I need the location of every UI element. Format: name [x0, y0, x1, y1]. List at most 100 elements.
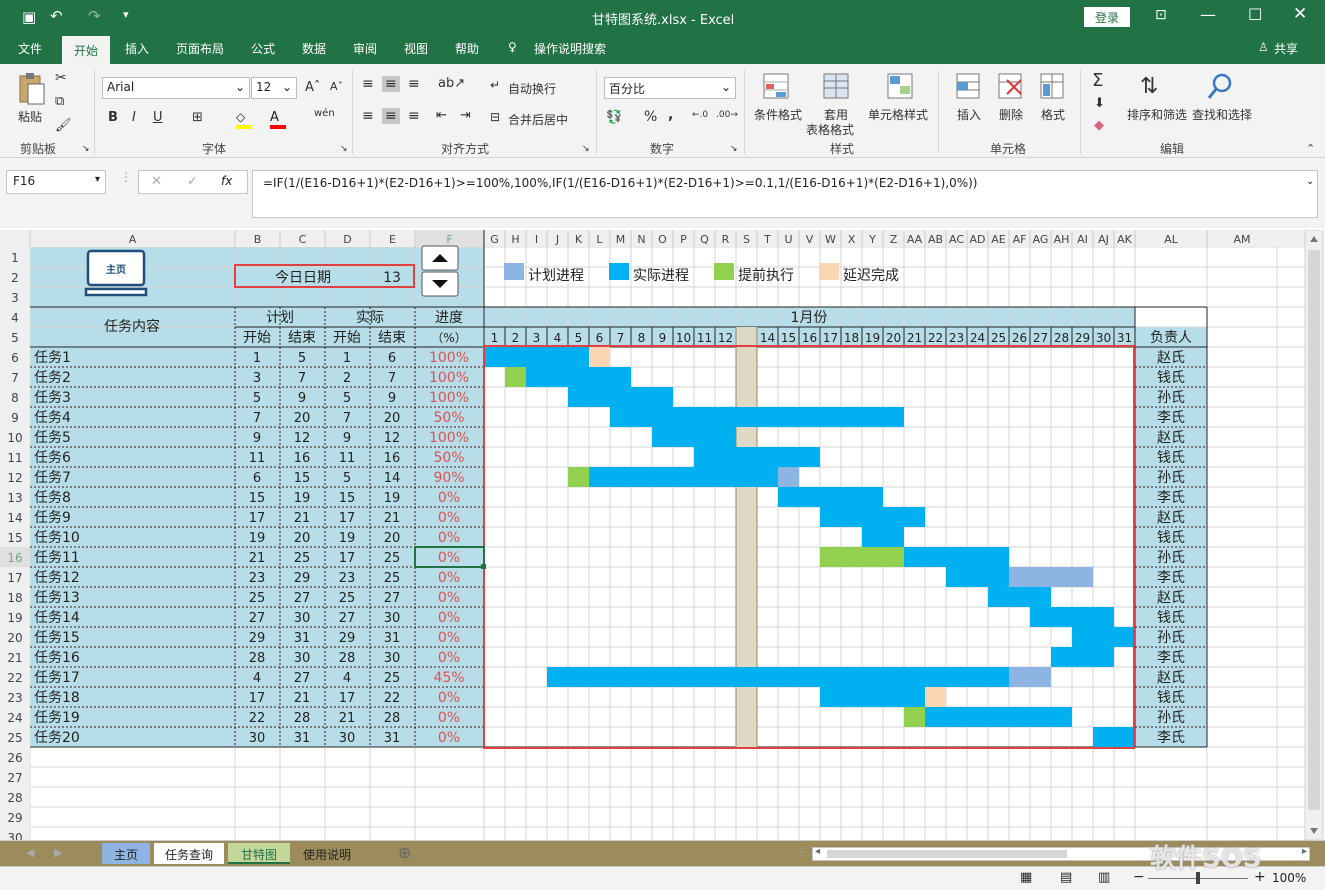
- row-header[interactable]: 22: [7, 671, 22, 685]
- column-header[interactable]: H: [511, 233, 519, 246]
- format-cells-icon[interactable]: [1039, 72, 1067, 102]
- worksheet-canvas[interactable]: ABCDEFGHIJKLMNOPQRSTUVWXYZAAABACADAEAFAG…: [0, 230, 1325, 840]
- column-header[interactable]: AF: [1013, 233, 1027, 246]
- delete-cells-button[interactable]: 删除: [999, 106, 1023, 123]
- enter-icon[interactable]: ✓: [187, 174, 198, 189]
- find-select-button[interactable]: 查找和选择: [1192, 106, 1252, 123]
- row-header[interactable]: 9: [11, 411, 19, 425]
- orientation-icon[interactable]: ab↗: [438, 76, 465, 91]
- percent-button[interactable]: %: [644, 109, 657, 125]
- number-format-combo[interactable]: 百分比 ⌄: [604, 77, 736, 99]
- insert-function-button[interactable]: fx: [221, 174, 232, 188]
- column-header[interactable]: V: [806, 233, 814, 246]
- expand-formula-icon[interactable]: ⌄: [1306, 176, 1314, 187]
- row-header[interactable]: 24: [7, 711, 22, 725]
- row-header[interactable]: 17: [7, 571, 22, 585]
- tab-formulas[interactable]: 公式: [251, 40, 275, 57]
- paste-icon[interactable]: [16, 72, 46, 106]
- zoom-out-icon[interactable]: −: [1133, 869, 1145, 885]
- share-button[interactable]: 共享: [1274, 40, 1298, 57]
- row-header[interactable]: 23: [7, 691, 22, 705]
- tab-page-layout[interactable]: 页面布局: [176, 40, 224, 57]
- row-header[interactable]: 14: [7, 511, 22, 525]
- tab-data[interactable]: 数据: [302, 40, 326, 57]
- scroll-left-icon[interactable]: ◀: [26, 846, 34, 859]
- sheet-tab-home[interactable]: 主页: [102, 843, 150, 864]
- sort-filter-icon[interactable]: ⇅: [1140, 74, 1158, 99]
- borders-icon[interactable]: ⊞: [192, 110, 203, 125]
- row-header[interactable]: 5: [11, 331, 19, 345]
- delete-cells-icon[interactable]: [997, 72, 1025, 102]
- column-header[interactable]: AD: [970, 233, 986, 246]
- tab-file[interactable]: 文件: [18, 40, 42, 57]
- font-name-combo[interactable]: Arial ⌄: [102, 77, 250, 99]
- merge-center-button[interactable]: 合并后居中: [508, 111, 568, 128]
- column-header[interactable]: AK: [1117, 233, 1133, 246]
- column-header[interactable]: AE: [991, 233, 1006, 246]
- align-bottom-icon[interactable]: ≡: [408, 76, 420, 92]
- fill-icon[interactable]: ⬇: [1094, 96, 1105, 111]
- table-format-label-2[interactable]: 表格格式: [806, 121, 854, 138]
- column-header[interactable]: L: [596, 233, 603, 246]
- find-icon[interactable]: [1206, 72, 1236, 102]
- align-right-icon[interactable]: ≡: [408, 108, 420, 124]
- column-header[interactable]: S: [743, 233, 750, 246]
- undo-icon[interactable]: ↶: [50, 7, 63, 25]
- name-box[interactable]: F16 ▾: [6, 170, 106, 194]
- column-header[interactable]: Z: [890, 233, 898, 246]
- font-size-combo[interactable]: 12 ⌄: [251, 77, 297, 99]
- row-header[interactable]: 1: [11, 251, 19, 265]
- column-header[interactable]: G: [490, 233, 499, 246]
- sheet-tab-query[interactable]: 任务查询: [154, 843, 224, 864]
- underline-button[interactable]: U: [153, 110, 163, 125]
- normal-view-icon[interactable]: ▦: [1020, 870, 1032, 885]
- home-base-icon[interactable]: [84, 287, 148, 297]
- fill-color-icon[interactable]: ◇: [236, 110, 252, 130]
- phonetic-icon[interactable]: wén: [314, 108, 335, 119]
- redo-icon[interactable]: ↷: [88, 7, 101, 25]
- row-header[interactable]: 26: [7, 751, 22, 765]
- save-icon[interactable]: ▣: [22, 8, 36, 26]
- column-header[interactable]: P: [680, 233, 687, 246]
- decrease-font-icon[interactable]: Aˇ: [330, 80, 343, 93]
- paste-button[interactable]: 粘贴: [18, 108, 42, 125]
- cut-icon[interactable]: ✂: [55, 70, 67, 86]
- row-header[interactable]: 15: [7, 531, 22, 545]
- increase-indent-icon[interactable]: ⇥: [460, 108, 471, 123]
- row-header[interactable]: 6: [11, 351, 19, 365]
- column-header[interactable]: AI: [1077, 233, 1088, 246]
- column-header[interactable]: U: [784, 233, 792, 246]
- column-header[interactable]: J: [555, 233, 559, 246]
- tell-me-search[interactable]: 操作说明搜索: [534, 40, 606, 57]
- login-button[interactable]: 登录: [1084, 7, 1130, 27]
- sheet-tab-help[interactable]: 使用说明: [292, 843, 362, 864]
- column-header[interactable]: AJ: [1098, 233, 1109, 246]
- dialog-launcher-icon[interactable]: ↘: [82, 144, 90, 154]
- tab-insert[interactable]: 插入: [125, 40, 149, 57]
- row-header[interactable]: 8: [11, 391, 19, 405]
- copy-icon[interactable]: ⧉: [55, 94, 64, 109]
- column-header[interactable]: M: [616, 233, 626, 246]
- column-header[interactable]: D: [343, 233, 351, 246]
- column-header[interactable]: C: [299, 233, 307, 246]
- dialog-launcher-icon[interactable]: ↘: [582, 144, 590, 154]
- cell-style-icon[interactable]: [886, 72, 916, 102]
- ribbon-display-icon[interactable]: ⊡: [1155, 7, 1167, 23]
- row-header[interactable]: 29: [7, 811, 22, 825]
- row-header[interactable]: 28: [7, 791, 22, 805]
- row-header[interactable]: 3: [11, 291, 19, 305]
- column-header[interactable]: W: [825, 233, 836, 246]
- row-header[interactable]: 21: [7, 651, 22, 665]
- align-left-icon[interactable]: ≡: [362, 108, 374, 124]
- currency-icon[interactable]: 💱: [606, 110, 622, 125]
- row-header[interactable]: 10: [7, 431, 22, 445]
- format-painter-icon[interactable]: 🖌: [55, 118, 72, 133]
- tab-view[interactable]: 视图: [404, 40, 428, 57]
- clear-icon[interactable]: ◆: [1094, 118, 1104, 133]
- fill-handle[interactable]: [481, 564, 486, 569]
- column-header[interactable]: AM: [1233, 233, 1250, 246]
- row-header[interactable]: 25: [7, 731, 22, 745]
- insert-cells-button[interactable]: 插入: [957, 106, 981, 123]
- row-header[interactable]: 11: [7, 451, 22, 465]
- column-header[interactable]: AA: [907, 233, 923, 246]
